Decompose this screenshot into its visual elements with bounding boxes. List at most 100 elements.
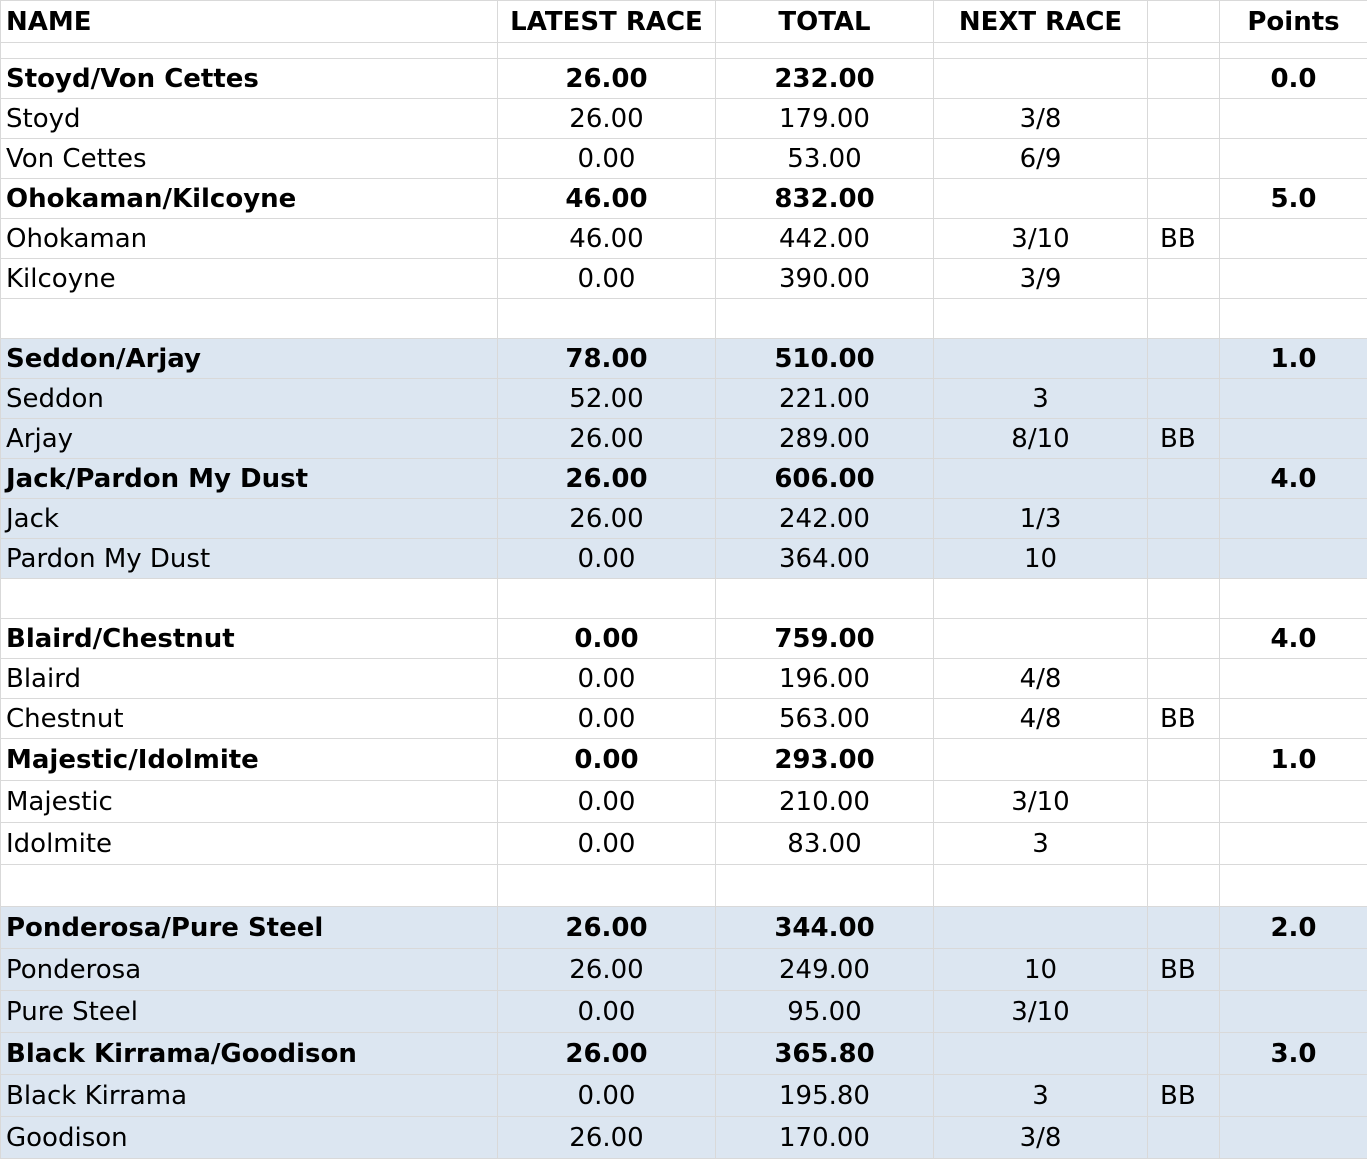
cell-flag[interactable] [1148, 619, 1220, 659]
header-blank[interactable] [1148, 1, 1220, 43]
cell-points[interactable]: 5.0 [1220, 179, 1367, 219]
cell-latest-race[interactable]: 0.00 [498, 139, 716, 179]
cell-flag[interactable] [1148, 539, 1220, 579]
cell-next-race[interactable]: 1/3 [934, 499, 1148, 539]
cell-next-race[interactable] [934, 339, 1148, 379]
cell-name[interactable]: Stoyd/Von Cettes [1, 59, 498, 99]
cell-total[interactable]: 563.00 [716, 699, 934, 739]
cell-name[interactable]: Arjay [1, 419, 498, 459]
cell-points[interactable]: 1.0 [1220, 739, 1367, 781]
cell-total[interactable]: 365.80 [716, 1033, 934, 1075]
cell-next-race[interactable]: 10 [934, 949, 1148, 991]
cell-points[interactable] [1220, 379, 1367, 419]
cell-latest-race[interactable]: 0.00 [498, 259, 716, 299]
cell-latest-race[interactable] [498, 43, 716, 59]
cell-total[interactable]: 232.00 [716, 59, 934, 99]
cell-name[interactable]: Seddon [1, 379, 498, 419]
cell-name[interactable]: Von Cettes [1, 139, 498, 179]
cell-flag[interactable] [1148, 299, 1220, 339]
cell-latest-race[interactable] [498, 579, 716, 619]
cell-next-race[interactable] [934, 579, 1148, 619]
cell-total[interactable]: 442.00 [716, 219, 934, 259]
cell-flag[interactable] [1148, 339, 1220, 379]
cell-points[interactable]: 1.0 [1220, 339, 1367, 379]
cell-next-race[interactable]: 3/8 [934, 1117, 1148, 1159]
cell-flag[interactable] [1148, 579, 1220, 619]
cell-flag[interactable]: BB [1148, 949, 1220, 991]
cell-next-race[interactable]: 6/9 [934, 139, 1148, 179]
cell-latest-race[interactable]: 0.00 [498, 781, 716, 823]
cell-total[interactable]: 606.00 [716, 459, 934, 499]
cell-total[interactable] [716, 43, 934, 59]
cell-total[interactable] [716, 579, 934, 619]
cell-total[interactable]: 221.00 [716, 379, 934, 419]
cell-latest-race[interactable] [498, 865, 716, 907]
cell-flag[interactable]: BB [1148, 699, 1220, 739]
cell-next-race[interactable] [934, 619, 1148, 659]
cell-latest-race[interactable]: 26.00 [498, 1033, 716, 1075]
cell-name[interactable]: Stoyd [1, 99, 498, 139]
cell-name[interactable]: Idolmite [1, 823, 498, 865]
cell-name[interactable]: Ponderosa/Pure Steel [1, 907, 498, 949]
cell-flag[interactable] [1148, 379, 1220, 419]
cell-latest-race[interactable]: 0.00 [498, 823, 716, 865]
cell-name[interactable]: Goodison [1, 1117, 498, 1159]
cell-name[interactable]: Kilcoyne [1, 259, 498, 299]
cell-flag[interactable] [1148, 865, 1220, 907]
cell-name[interactable] [1, 43, 498, 59]
cell-points[interactable] [1220, 43, 1367, 59]
cell-total[interactable]: 289.00 [716, 419, 934, 459]
cell-next-race[interactable]: 8/10 [934, 419, 1148, 459]
cell-points[interactable] [1220, 1117, 1367, 1159]
cell-flag[interactable] [1148, 179, 1220, 219]
cell-name[interactable]: Ponderosa [1, 949, 498, 991]
cell-next-race[interactable] [934, 739, 1148, 781]
cell-total[interactable] [716, 299, 934, 339]
cell-name[interactable]: Chestnut [1, 699, 498, 739]
cell-name[interactable]: Majestic/Idolmite [1, 739, 498, 781]
cell-latest-race[interactable]: 26.00 [498, 907, 716, 949]
cell-points[interactable] [1220, 781, 1367, 823]
cell-points[interactable] [1220, 949, 1367, 991]
cell-next-race[interactable]: 3/10 [934, 219, 1148, 259]
cell-next-race[interactable]: 4/8 [934, 699, 1148, 739]
cell-next-race[interactable]: 3 [934, 823, 1148, 865]
cell-total[interactable]: 53.00 [716, 139, 934, 179]
cell-next-race[interactable]: 10 [934, 539, 1148, 579]
cell-points[interactable] [1220, 219, 1367, 259]
cell-points[interactable] [1220, 139, 1367, 179]
cell-total[interactable]: 83.00 [716, 823, 934, 865]
cell-name[interactable]: Jack [1, 499, 498, 539]
cell-latest-race[interactable]: 26.00 [498, 99, 716, 139]
cell-latest-race[interactable]: 0.00 [498, 739, 716, 781]
cell-points[interactable]: 0.0 [1220, 59, 1367, 99]
cell-flag[interactable]: BB [1148, 219, 1220, 259]
cell-latest-race[interactable]: 0.00 [498, 659, 716, 699]
cell-name[interactable]: Ohokaman/Kilcoyne [1, 179, 498, 219]
cell-flag[interactable] [1148, 907, 1220, 949]
cell-latest-race[interactable]: 26.00 [498, 949, 716, 991]
cell-points[interactable] [1220, 991, 1367, 1033]
cell-points[interactable] [1220, 823, 1367, 865]
cell-next-race[interactable] [934, 459, 1148, 499]
cell-points[interactable] [1220, 579, 1367, 619]
cell-next-race[interactable]: 3 [934, 379, 1148, 419]
cell-latest-race[interactable]: 0.00 [498, 1075, 716, 1117]
cell-points[interactable] [1220, 1075, 1367, 1117]
cell-next-race[interactable] [934, 907, 1148, 949]
cell-flag[interactable] [1148, 739, 1220, 781]
cell-flag[interactable] [1148, 1117, 1220, 1159]
cell-latest-race[interactable]: 78.00 [498, 339, 716, 379]
cell-flag[interactable] [1148, 59, 1220, 99]
cell-total[interactable]: 196.00 [716, 659, 934, 699]
cell-flag[interactable] [1148, 43, 1220, 59]
cell-name[interactable]: Ohokaman [1, 219, 498, 259]
cell-total[interactable]: 759.00 [716, 619, 934, 659]
cell-latest-race[interactable]: 46.00 [498, 179, 716, 219]
cell-latest-race[interactable]: 0.00 [498, 619, 716, 659]
cell-latest-race[interactable]: 26.00 [498, 459, 716, 499]
cell-latest-race[interactable]: 26.00 [498, 419, 716, 459]
cell-flag[interactable] [1148, 459, 1220, 499]
cell-total[interactable]: 344.00 [716, 907, 934, 949]
header-points[interactable]: Points [1220, 1, 1367, 43]
